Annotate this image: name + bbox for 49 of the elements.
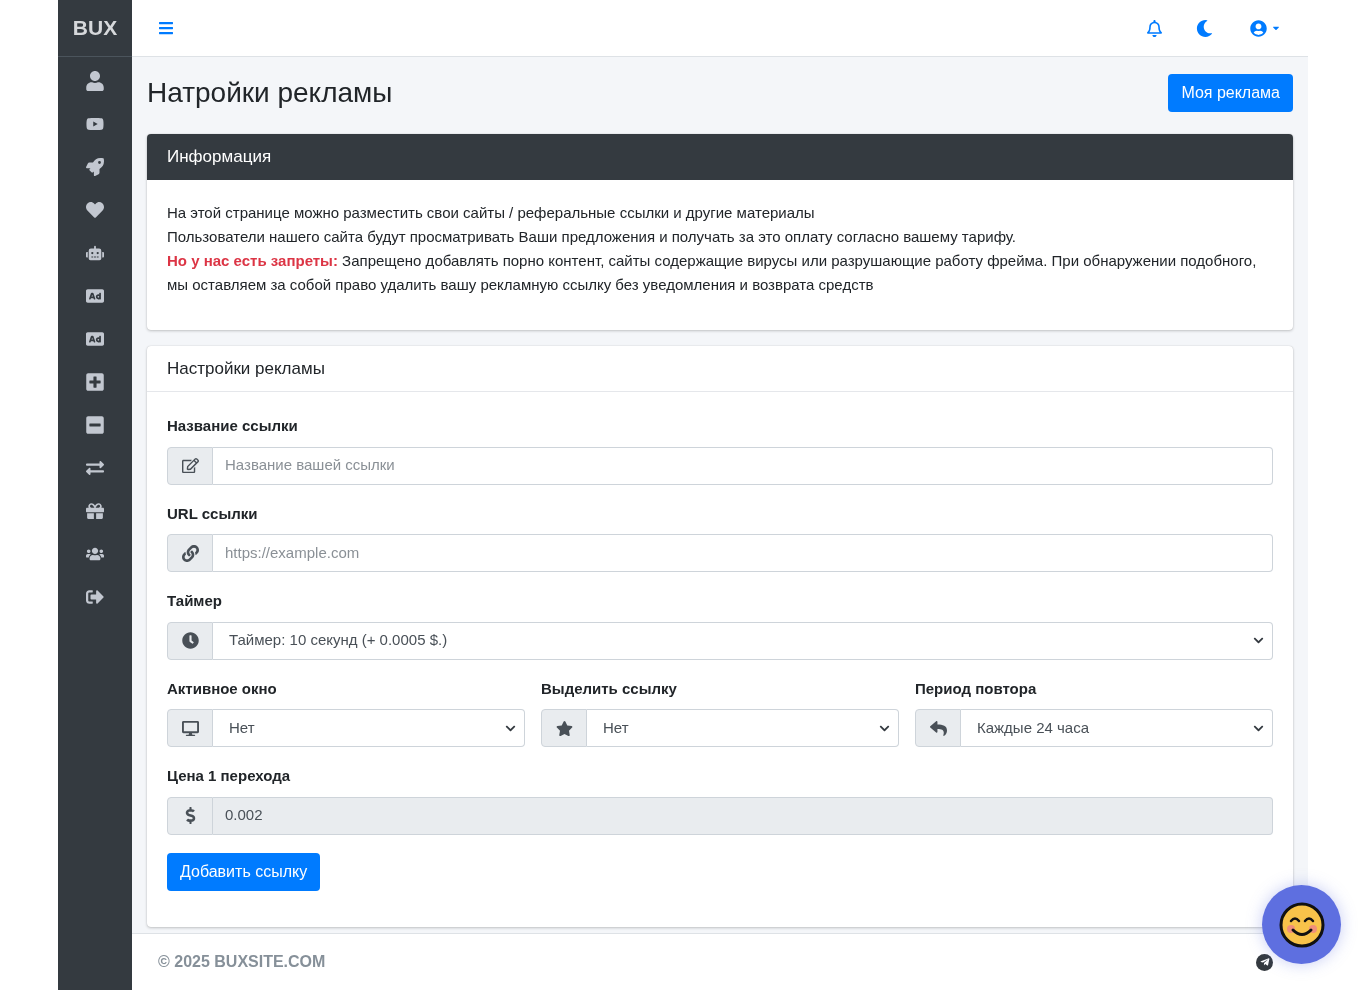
ad-icon[interactable]	[86, 286, 104, 306]
user-avatar-icon	[1250, 19, 1267, 37]
field-label: Период повтора	[915, 678, 1038, 699]
input-field[interactable]: Название вашей ссылки	[213, 446, 1273, 485]
select-field[interactable]: Нет	[587, 709, 899, 747]
field-label: URL ссылки	[167, 503, 259, 524]
monitor-icon	[181, 719, 199, 737]
smiley-face-icon	[1278, 901, 1325, 948]
user-menu-button[interactable]	[1250, 19, 1281, 37]
exchange-arrows-icon[interactable]	[86, 458, 104, 478]
user-icon[interactable]	[86, 71, 104, 91]
sign-out-icon[interactable]	[86, 587, 104, 607]
telegram-icon[interactable]	[1256, 953, 1273, 971]
select-field[interactable]: Таймер: 10 секунд (+ 0.0005 $.)	[213, 621, 1273, 660]
field-label: Название ссылки	[167, 416, 299, 436]
info-text: Пользователи нашего сайта будут просматривать Ваши предложения и получать за это оплату согласно вашему тарифу.	[167, 227, 1017, 247]
info-text: Но у нас есть запреты: Запрещено добавлять порно контент, сайты содержащие вирусы или разрушающие работу фрейма. При обнаружении подобного, мы оставляем за собой право удалить вашу рекламную ссылку без уведомления и возврата средств	[167, 251, 1258, 295]
robot-icon[interactable]	[86, 243, 104, 263]
moon-icon[interactable]	[1196, 19, 1213, 37]
field-label: Цена 1 перехода	[167, 766, 292, 786]
field-label: Выделить ссылку	[541, 678, 678, 699]
info-text: На этой странице можно разместить свои сайты / реферальные ссылки и другие материалы	[167, 203, 816, 223]
minus-square-icon[interactable]	[86, 415, 104, 435]
ad-icon[interactable]	[86, 329, 104, 349]
bell-icon[interactable]	[1146, 19, 1163, 37]
reply-arrow-icon	[929, 719, 947, 737]
page-title: Натройки рекламы	[147, 76, 393, 110]
clock-icon	[181, 632, 199, 649]
my-ads-button[interactable]: Моя реклама	[1168, 74, 1293, 112]
copyright-text: © 2025 BUXSITE.COM	[158, 952, 326, 972]
add-link-button[interactable]: Добавить ссылку	[167, 852, 321, 891]
card-title: Настройки рекламы	[167, 357, 325, 380]
select-field[interactable]: Нет	[213, 709, 525, 747]
field-label: Таймер	[167, 591, 223, 611]
menu-icon[interactable]	[158, 20, 174, 36]
input-field[interactable]: https://example.com	[213, 534, 1273, 572]
brand-logo[interactable]: BUX	[72, 12, 118, 44]
chat-widget-button[interactable]	[1262, 885, 1341, 964]
rocket-icon[interactable]	[86, 157, 104, 177]
chevron-down-icon	[1253, 635, 1264, 646]
star-icon	[555, 719, 573, 737]
gift-icon[interactable]	[86, 501, 104, 521]
plus-square-icon[interactable]	[86, 372, 104, 392]
link-icon	[181, 544, 199, 562]
field-label: Активное окно	[167, 678, 278, 699]
heart-icon[interactable]	[86, 200, 104, 220]
card-title: Информация	[167, 146, 272, 169]
select-field[interactable]: Каждые 24 часа	[961, 709, 1273, 747]
edit-icon	[181, 457, 199, 474]
